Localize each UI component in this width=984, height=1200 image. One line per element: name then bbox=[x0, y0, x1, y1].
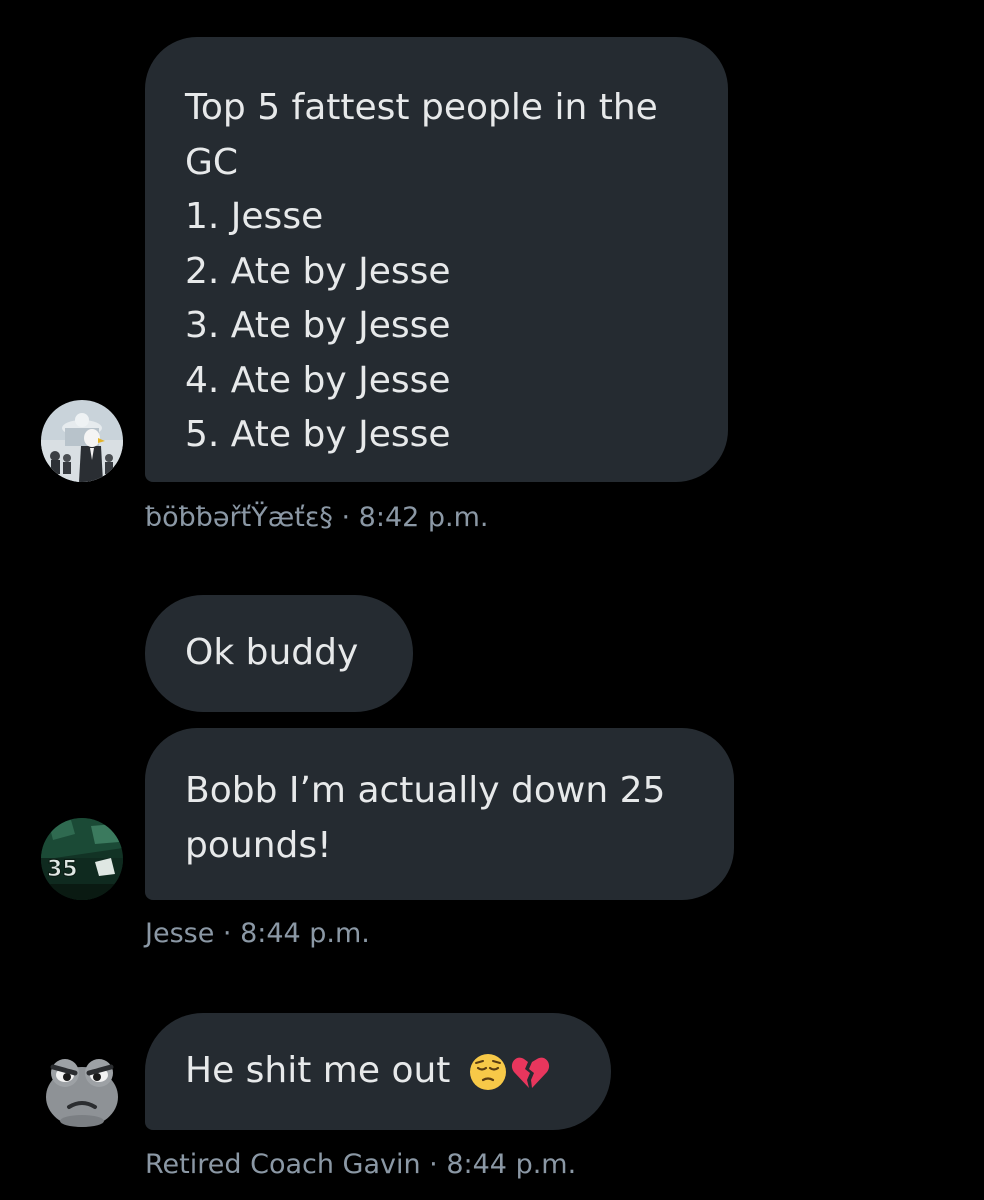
pensive-face-emoji bbox=[468, 1052, 508, 1092]
message-line: Bobb I’m actually down 25 bbox=[185, 770, 666, 811]
message-line: 3. Ate by Jesse bbox=[185, 305, 451, 346]
sender-avatar-gavin[interactable] bbox=[41, 1049, 123, 1131]
message-line: Ok buddy bbox=[185, 632, 359, 673]
message-line: GC bbox=[185, 141, 239, 183]
message-bubble-shit-me-out[interactable]: He shit me out bbox=[145, 1013, 611, 1130]
jersey-35-avatar-image: 35 bbox=[41, 818, 123, 900]
message-line: 4. Ate by Jesse bbox=[185, 359, 451, 401]
message-line: He shit me out bbox=[185, 1050, 451, 1091]
sender-avatar-jesse[interactable]: 35 bbox=[41, 818, 123, 900]
svg-text:35: 35 bbox=[47, 857, 78, 882]
sender-avatar-bobbart[interactable] bbox=[41, 400, 123, 482]
message-meta: ƀöƀƀəřťŸæťɛ§ · 8:42 p.m. bbox=[145, 502, 489, 533]
message-bubble-ok-buddy[interactable]: Ok buddy bbox=[145, 595, 413, 712]
broken-heart-emoji bbox=[510, 1052, 550, 1092]
eagle-in-suit-avatar-image bbox=[41, 400, 123, 482]
angry-frog-avatar-image bbox=[41, 1049, 123, 1131]
message-line: pounds! bbox=[185, 824, 332, 866]
message-meta: Retired Coach Gavin · 8:44 p.m. bbox=[145, 1149, 577, 1180]
message-line: 5. Ate by Jesse bbox=[185, 414, 451, 455]
message-line: Top 5 fattest people in the bbox=[185, 87, 658, 128]
message-line: 1. Jesse bbox=[185, 196, 324, 237]
message-line: 2. Ate by Jesse bbox=[185, 250, 451, 292]
message-meta: Jesse · 8:44 p.m. bbox=[145, 918, 370, 949]
message-bubble-top5[interactable]: Top 5 fattest people in the GC 1. Jesse … bbox=[145, 37, 728, 482]
message-bubble-down-25[interactable]: Bobb I’m actually down 25 pounds! bbox=[145, 728, 734, 900]
